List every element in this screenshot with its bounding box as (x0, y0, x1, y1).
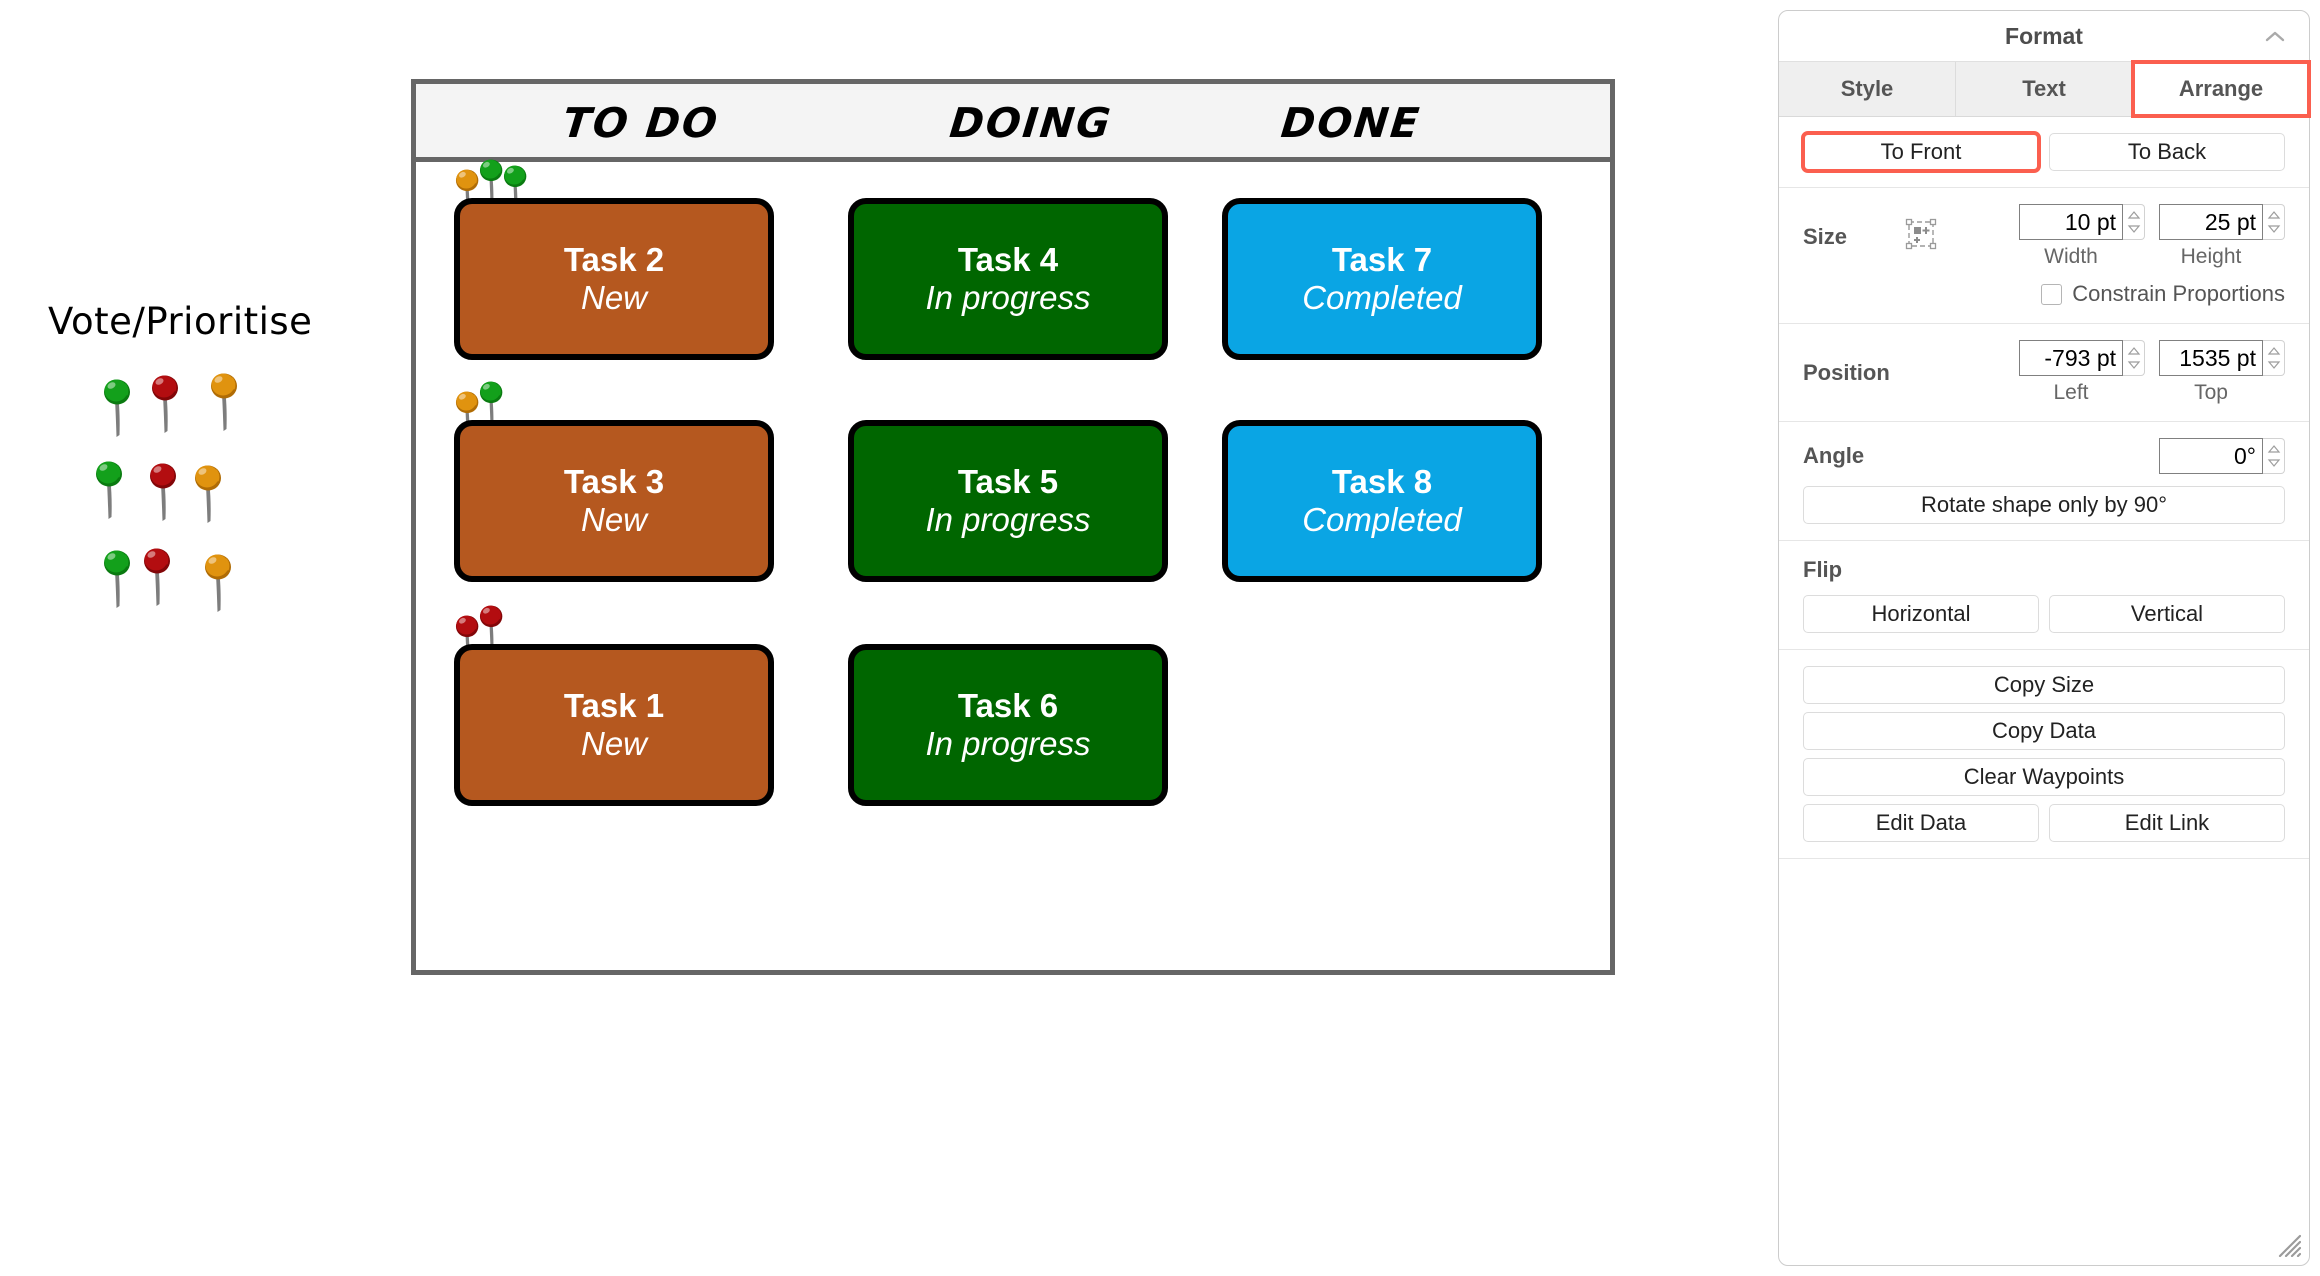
flip-horizontal-button[interactable]: Horizontal (1803, 595, 2039, 633)
task-card-title: Task 4 (957, 241, 1059, 279)
order-buttons: To Front To Back (1801, 131, 2285, 173)
copy-size-button[interactable]: Copy Size (1803, 666, 2285, 704)
task-card[interactable]: Task 6 In progress (848, 644, 1168, 806)
width-input[interactable]: 10 pt (2019, 204, 2123, 240)
task-card-status: New (580, 501, 648, 538)
position-label: Position (1803, 359, 1890, 385)
height-stepper[interactable] (2263, 204, 2285, 240)
palette-pin-red[interactable] (135, 542, 181, 614)
width-sublabel: Width (2044, 245, 2098, 268)
task-card-status: In progress (925, 501, 1091, 538)
width-stepper[interactable] (2123, 204, 2145, 240)
column-header-done: DONE (1278, 99, 1424, 147)
panel-title: Format (2005, 22, 2083, 49)
flip-section: Flip Horizontal Vertical (1779, 541, 2309, 650)
task-card[interactable]: Task 3 New (454, 420, 774, 582)
vote-prioritise-label: Vote/Prioritise (48, 300, 313, 343)
palette-pin-orange[interactable] (186, 459, 232, 531)
position-left-stepper[interactable] (2123, 340, 2145, 376)
position-section: Position -793 pt Left 1535 pt Top (1779, 324, 2309, 422)
palette-pin-orange[interactable] (196, 548, 242, 620)
tab-style[interactable]: Style (1779, 62, 1956, 116)
height-input[interactable]: 25 pt (2159, 204, 2263, 240)
task-card[interactable]: Task 5 In progress (848, 420, 1168, 582)
position-left-input[interactable]: -793 pt (2019, 340, 2123, 376)
edit-link-button[interactable]: Edit Link (2049, 804, 2285, 842)
to-back-button[interactable]: To Back (2049, 133, 2285, 171)
palette-pin-red[interactable] (143, 369, 189, 441)
size-label: Size (1803, 223, 1848, 249)
angle-input[interactable]: 0° (2159, 438, 2263, 474)
task-card-title: Task 3 (563, 463, 665, 501)
position-top-input[interactable]: 1535 pt (2159, 340, 2263, 376)
copy-data-button[interactable]: Copy Data (1803, 712, 2285, 750)
position-left-sublabel: Left (2053, 381, 2089, 404)
height-sublabel: Height (2180, 245, 2242, 268)
clear-waypoints-button[interactable]: Clear Waypoints (1803, 758, 2285, 796)
task-card-status: In progress (925, 725, 1091, 762)
palette-pin-orange[interactable] (202, 367, 248, 439)
task-card[interactable]: Task 1 New (454, 644, 774, 806)
task-card-status: In progress (925, 279, 1091, 316)
tab-text[interactable]: Text (1956, 62, 2133, 116)
edit-buttons: Edit Data Edit Link (1803, 804, 2285, 842)
task-card[interactable]: Task 7 Completed (1222, 198, 1542, 360)
task-card-title: Task 7 (1331, 241, 1433, 279)
angle-section: Angle 0° Rotate shape only by 90° (1779, 422, 2309, 541)
angle-stepper[interactable] (2263, 438, 2285, 474)
palette-pin-green[interactable] (95, 373, 141, 445)
angle-label: Angle (1803, 443, 1865, 468)
format-tabs: Style Text Arrange (1779, 60, 2311, 118)
tab-arrange[interactable]: Arrange (2131, 60, 2311, 118)
task-card-title: Task 8 (1331, 463, 1433, 501)
size-section: Size 10 pt Width 25 pt Height Constrain … (1779, 188, 2309, 324)
flip-label: Flip (1803, 557, 1843, 582)
format-panel-title-bar: Format (1779, 11, 2309, 61)
position-top-stepper[interactable] (2263, 340, 2285, 376)
palette-pin-green[interactable] (87, 455, 133, 527)
resize-grip-icon[interactable] (2275, 1231, 2302, 1258)
palette-pin-red[interactable] (141, 457, 187, 529)
task-card-status: Completed (1302, 501, 1462, 538)
actions-section: Copy Size Copy Data Clear Waypoints Edit… (1779, 650, 2309, 859)
task-card-title: Task 1 (563, 687, 665, 725)
flip-vertical-button[interactable]: Vertical (2049, 595, 2285, 633)
kanban-board: TO DO DOING DONE Task 2 New Task 3 New Task … (411, 79, 1615, 975)
column-header-todo: TO DO (560, 99, 722, 147)
task-card[interactable]: Task 8 Completed (1222, 420, 1542, 582)
task-card-status: Completed (1302, 279, 1462, 316)
task-card[interactable]: Task 4 In progress (848, 198, 1168, 360)
autosize-icon[interactable] (1905, 218, 1937, 256)
task-card-title: Task 2 (563, 241, 665, 279)
order-section: To Front To Back (1779, 117, 2309, 188)
position-top-sublabel: Top (2194, 381, 2228, 404)
task-card-title: Task 6 (957, 687, 1059, 725)
app-canvas: Vote/Prioritise TO DO DOING DONE Task 2N… (0, 0, 2320, 1276)
task-card-status: New (580, 279, 648, 316)
task-card[interactable]: Task 2 New (454, 198, 774, 360)
to-front-button[interactable]: To Front (1801, 131, 2041, 173)
constrain-proportions-label: Constrain Proportions (2072, 281, 2285, 306)
task-card-status: New (580, 725, 648, 762)
kanban-board-header: TO DO DOING DONE (416, 84, 1610, 162)
flip-buttons: Horizontal Vertical (1803, 595, 2285, 633)
rotate-shape-button[interactable]: Rotate shape only by 90° (1803, 486, 2285, 524)
edit-data-button[interactable]: Edit Data (1803, 804, 2039, 842)
constrain-proportions-checkbox[interactable] (2041, 283, 2063, 305)
task-card-title: Task 5 (957, 463, 1059, 501)
chevron-up-icon[interactable] (2263, 25, 2287, 49)
format-panel: Format Style Text Arrange To Front To Ba… (1778, 10, 2311, 1266)
